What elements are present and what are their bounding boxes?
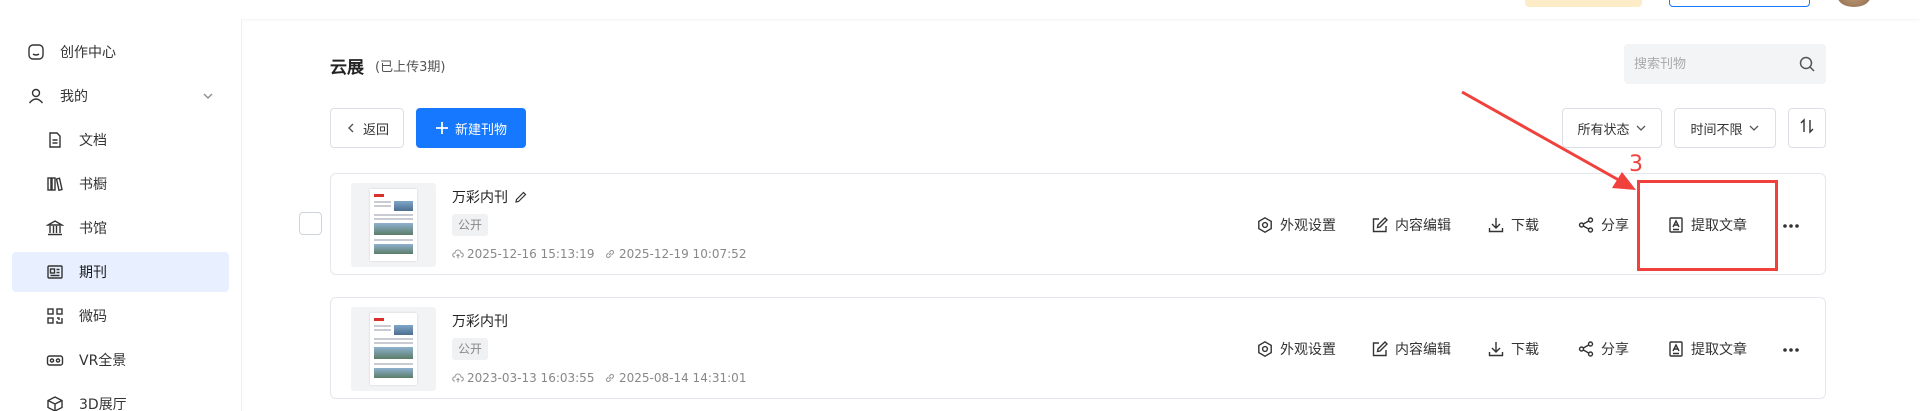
annotation-step-number: 3: [1629, 152, 1643, 177]
annotation-highlight-box: [1637, 180, 1778, 271]
annotation-arrow: [1461, 90, 1636, 190]
